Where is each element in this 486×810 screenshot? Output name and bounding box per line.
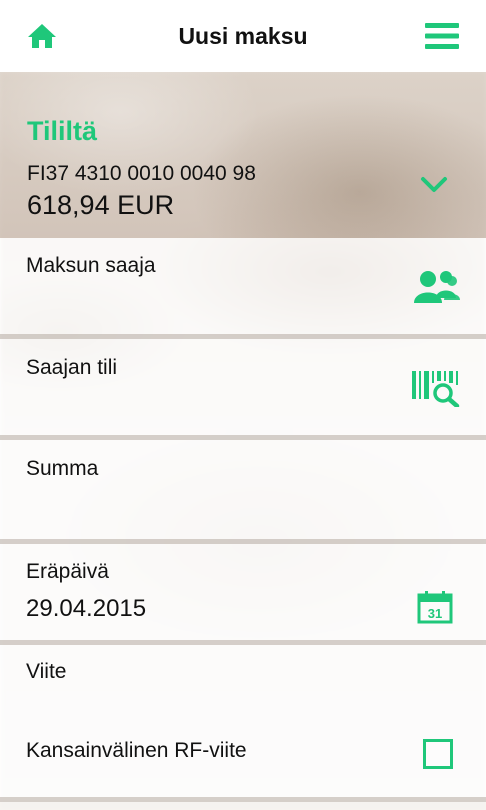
- from-account-label: Tililtä: [27, 116, 98, 146]
- calendar-icon[interactable]: 31: [417, 590, 453, 629]
- recipient-account-field[interactable]: Saajan tili: [0, 339, 486, 440]
- rf-reference-checkbox[interactable]: [423, 739, 453, 769]
- recipient-account-label: Saajan tili: [26, 356, 118, 379]
- account-balance: 618,94 EUR: [27, 190, 175, 220]
- barcode-scan-icon[interactable]: [412, 369, 462, 412]
- app-header: Uusi maksu: [0, 0, 486, 72]
- from-account-selector[interactable]: Tililtä FI37 4310 0010 0040 98 618,94 EU…: [0, 72, 486, 238]
- recipient-label: Maksun saaja: [26, 254, 156, 277]
- calendar-day-number: 31: [428, 606, 442, 621]
- reference-field[interactable]: Viite Kansainvälinen RF-viite: [0, 645, 486, 802]
- rf-reference-label: Kansainvälinen RF-viite: [26, 739, 247, 762]
- amount-field[interactable]: Summa: [0, 440, 486, 544]
- page-title: Uusi maksu: [178, 22, 308, 49]
- home-icon[interactable]: [26, 22, 58, 50]
- due-date-field[interactable]: Eräpäivä 29.04.2015 31: [0, 544, 486, 645]
- due-date-value: 29.04.2015: [26, 595, 147, 622]
- amount-label: Summa: [26, 457, 99, 480]
- account-iban: FI37 4310 0010 0040 98: [27, 162, 256, 185]
- bottom-strip: [0, 802, 486, 810]
- hamburger-menu-icon[interactable]: [425, 22, 459, 50]
- reference-label: Viite: [26, 660, 67, 683]
- due-date-label: Eräpäivä: [26, 560, 109, 583]
- contacts-icon[interactable]: [412, 268, 462, 309]
- recipient-field[interactable]: Maksun saaja: [0, 238, 486, 339]
- chevron-down-icon[interactable]: [420, 175, 448, 195]
